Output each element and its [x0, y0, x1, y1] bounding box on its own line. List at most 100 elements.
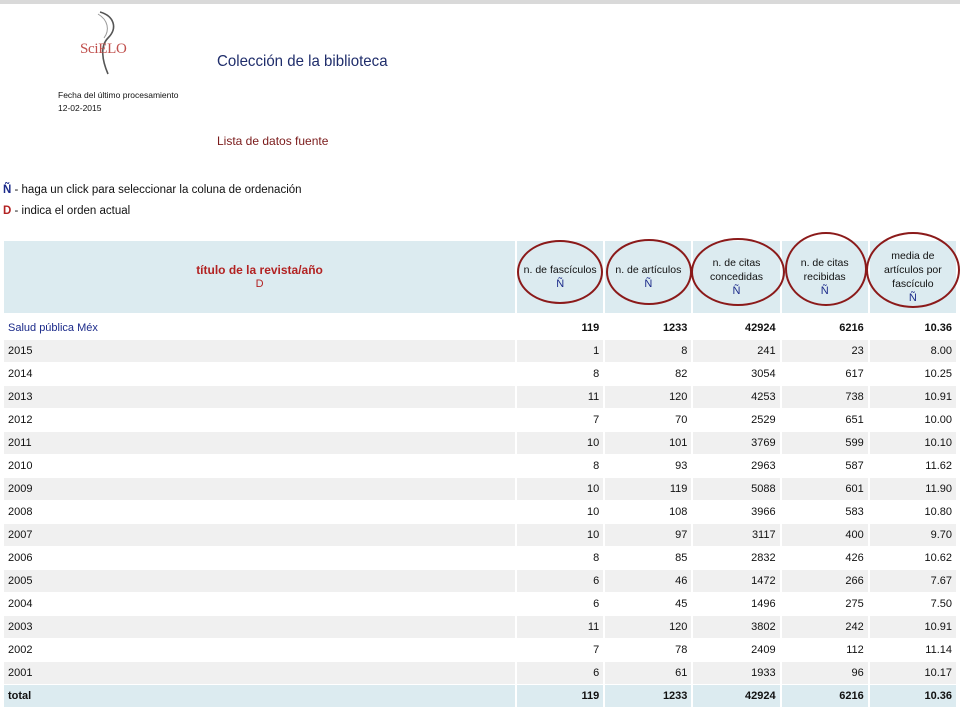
cell-citations-received: 601: [781, 478, 868, 500]
table-row: 2013 11 120 4253 738 10.91: [4, 386, 956, 408]
table-row: 2008 10 108 3966 583 10.80: [4, 501, 956, 523]
cell-articles: 119: [605, 478, 692, 500]
cell-articles: 93: [605, 455, 692, 477]
cell-fascicles: 8: [517, 363, 604, 385]
cell-articles: 61: [605, 662, 692, 684]
cell-citations-given: 241: [693, 340, 780, 362]
cell-citations-given: 3054: [693, 363, 780, 385]
table-row: 2005 6 46 1472 266 7.67: [4, 570, 956, 592]
cell-fascicles: 7: [517, 639, 604, 661]
cell-citations-received: 426: [781, 547, 868, 569]
cell-articles: 1233: [605, 317, 692, 339]
legend-current-order: D - indica el orden actual: [3, 205, 130, 217]
sort-link[interactable]: Ñ: [697, 284, 775, 298]
cell-citations-received: 6216: [781, 685, 868, 707]
scielo-logo[interactable]: SciELO: [78, 10, 138, 80]
cell-citations-given: 42924: [693, 685, 780, 707]
table-row: 2012 7 70 2529 651 10.00: [4, 409, 956, 431]
cell-citations-given: 1472: [693, 570, 780, 592]
table-row: 2003 11 120 3802 242 10.91: [4, 616, 956, 638]
cell-citations-given: 5088: [693, 478, 780, 500]
cell-avg-articles: 10.91: [869, 616, 956, 638]
table-row: 2001 6 61 1933 96 10.17: [4, 662, 956, 684]
cell-citations-received: 112: [781, 639, 868, 661]
legend-sort-select: Ñ - haga un click para seleccionar la co…: [3, 184, 302, 196]
cell-avg-articles: 9.70: [869, 524, 956, 546]
header-fascicles[interactable]: n. de fascículos Ñ: [517, 241, 604, 313]
cell-articles: 78: [605, 639, 692, 661]
cell-citations-received: 738: [781, 386, 868, 408]
current-order-marker: D: [255, 278, 264, 290]
cell-year: 2014: [4, 363, 516, 385]
cell-avg-articles: 10.91: [869, 386, 956, 408]
cell-fascicles: 10: [517, 501, 604, 523]
cell-year: 2013: [4, 386, 516, 408]
sort-link[interactable]: Ñ: [521, 277, 599, 291]
cell-citations-given: 2963: [693, 455, 780, 477]
cell-avg-articles: 7.50: [869, 593, 956, 615]
header-citations-received[interactable]: n. de citas recibidas Ñ: [781, 241, 868, 313]
cell-avg-articles: 10.10: [869, 432, 956, 454]
cell-articles: 101: [605, 432, 692, 454]
cell-year: 2015: [4, 340, 516, 362]
cell-citations-given: 42924: [693, 317, 780, 339]
cell-avg-articles: 10.80: [869, 501, 956, 523]
header-journal-title[interactable]: título de la revista/año D: [4, 241, 516, 313]
table-header-row: título de la revista/año D n. de fascícu…: [4, 241, 956, 313]
cell-avg-articles: 10.36: [869, 317, 956, 339]
cell-citations-received: 651: [781, 409, 868, 431]
cell-citations-given: 2832: [693, 547, 780, 569]
table-row: 2002 7 78 2409 112 11.14: [4, 639, 956, 661]
total-label: total: [4, 685, 516, 707]
cell-fascicles: 6: [517, 662, 604, 684]
sort-link[interactable]: Ñ: [609, 277, 687, 291]
cell-year: 2004: [4, 593, 516, 615]
table-row: 2009 10 119 5088 601 11.90: [4, 478, 956, 500]
cell-avg-articles: 10.17: [869, 662, 956, 684]
cell-citations-received: 275: [781, 593, 868, 615]
table-row: 2004 6 45 1496 275 7.50: [4, 593, 956, 615]
cell-citations-given: 2529: [693, 409, 780, 431]
cell-fascicles: 10: [517, 524, 604, 546]
cell-citations-given: 4253: [693, 386, 780, 408]
cell-citations-received: 96: [781, 662, 868, 684]
cell-fascicles: 7: [517, 409, 604, 431]
cell-avg-articles: 10.25: [869, 363, 956, 385]
cell-fascicles: 8: [517, 455, 604, 477]
cell-year: 2010: [4, 455, 516, 477]
header-articles[interactable]: n. de artículos Ñ: [605, 241, 692, 313]
cell-articles: 46: [605, 570, 692, 592]
sort-link[interactable]: Ñ: [786, 284, 864, 298]
cell-year: 2006: [4, 547, 516, 569]
logo-text: SciELO: [80, 41, 127, 57]
cell-year: 2012: [4, 409, 516, 431]
cell-avg-articles: 7.67: [869, 570, 956, 592]
cell-year: 2001: [4, 662, 516, 684]
journal-title-link[interactable]: Salud pública Méx: [4, 317, 516, 339]
legend-order-text: - indica el orden actual: [11, 205, 131, 217]
header-label: n. de citas recibidas: [800, 257, 849, 283]
header-citations-given[interactable]: n. de citas concedidas Ñ: [693, 241, 780, 313]
journal-stats-table: título de la revista/año D n. de fascícu…: [2, 240, 958, 708]
cell-avg-articles: 11.14: [869, 639, 956, 661]
sort-link[interactable]: Ñ: [874, 291, 952, 305]
cell-avg-articles: 11.90: [869, 478, 956, 500]
cell-articles: 45: [605, 593, 692, 615]
header-label: media de artículos por fascículo: [883, 250, 942, 290]
header-label: n. de fascículos: [523, 264, 597, 276]
cell-fascicles: 11: [517, 616, 604, 638]
cell-fascicles: 6: [517, 593, 604, 615]
cell-year: 2007: [4, 524, 516, 546]
cell-citations-received: 599: [781, 432, 868, 454]
cell-avg-articles: 8.00: [869, 340, 956, 362]
source-list-subtitle: Lista de datos fuente: [217, 134, 329, 148]
cell-articles: 8: [605, 340, 692, 362]
processing-date-label: Fecha del último procesamiento: [58, 90, 179, 100]
cell-fascicles: 10: [517, 432, 604, 454]
cell-citations-received: 400: [781, 524, 868, 546]
cell-articles: 82: [605, 363, 692, 385]
cell-citations-received: 587: [781, 455, 868, 477]
cell-citations-given: 3769: [693, 432, 780, 454]
header-avg-articles[interactable]: media de artículos por fascículo Ñ: [869, 241, 956, 313]
cell-articles: 120: [605, 386, 692, 408]
